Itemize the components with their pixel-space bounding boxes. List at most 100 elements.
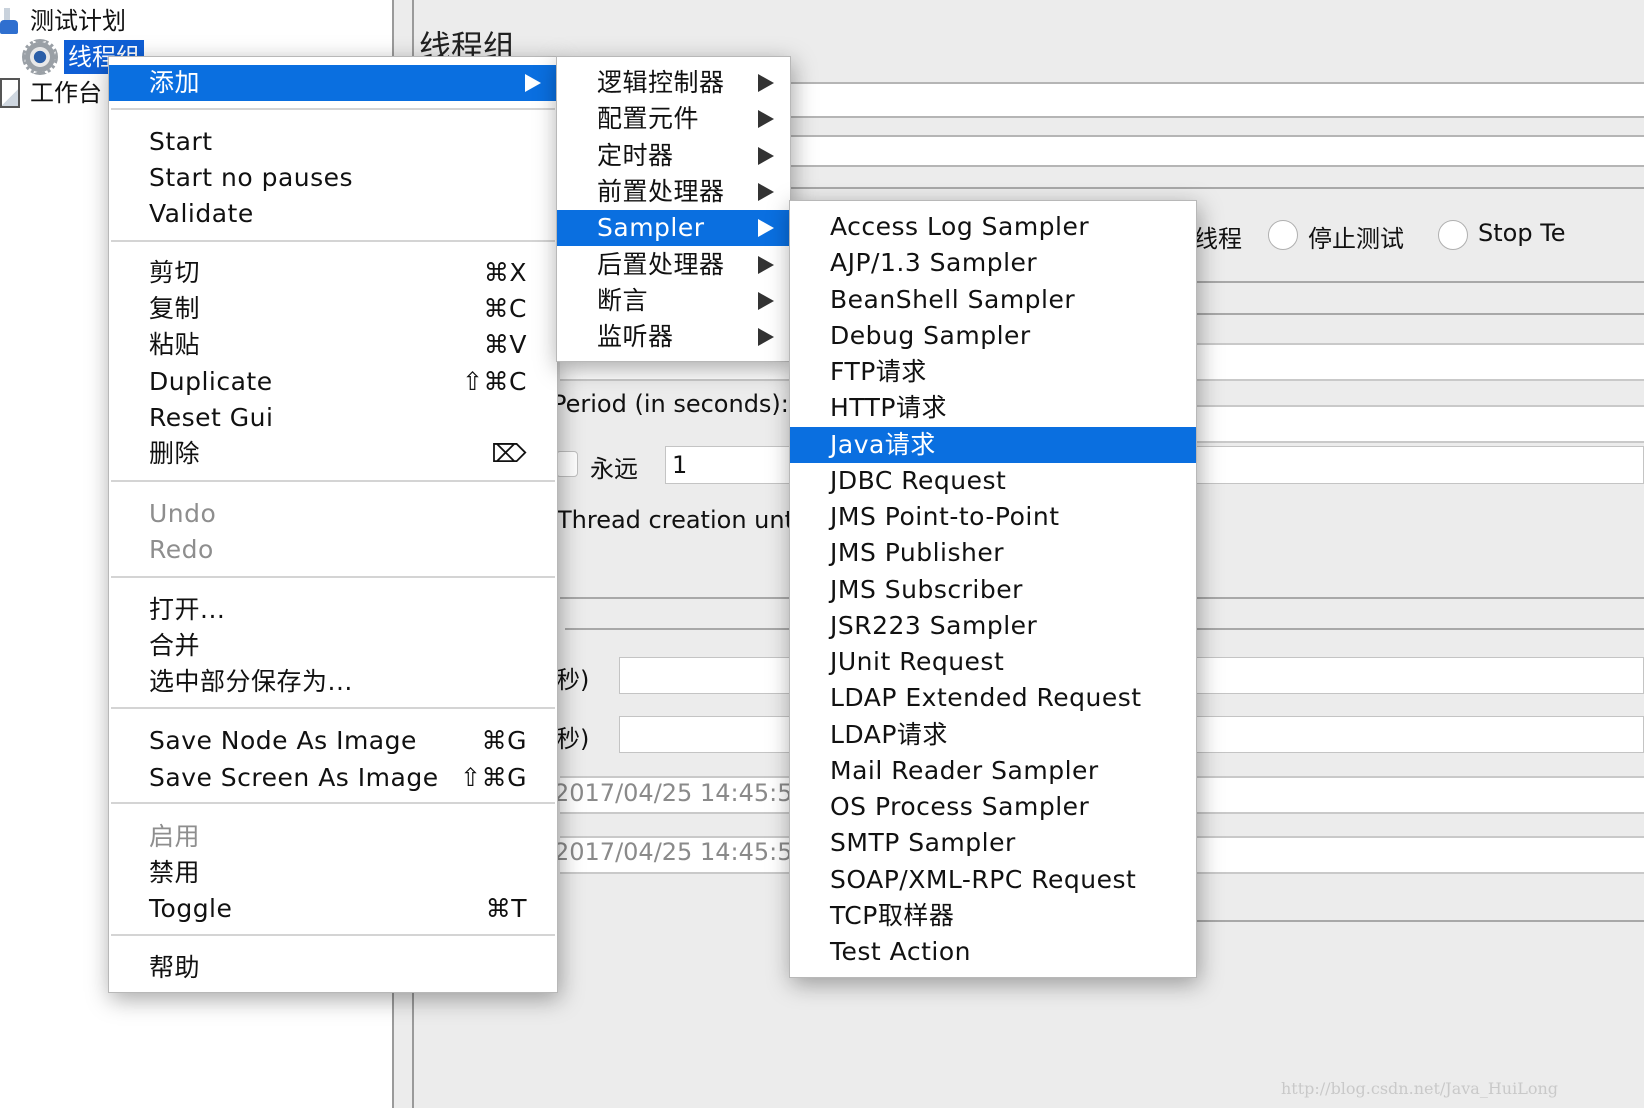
menu-item-label: Reset Gui bbox=[149, 403, 274, 432]
submenu-arrow-icon bbox=[525, 74, 541, 92]
sampler-menu-item[interactable]: SMTP Sampler bbox=[790, 825, 1196, 861]
sampler-menu-item[interactable]: JMS Subscriber bbox=[790, 572, 1196, 608]
add-submenu-item[interactable]: 后置处理器 bbox=[557, 247, 790, 283]
submenu-arrow-icon bbox=[758, 74, 774, 92]
sampler-menu-item[interactable]: Mail Reader Sampler bbox=[790, 753, 1196, 789]
sampler-menu-item[interactable]: Access Log Sampler bbox=[790, 209, 1196, 245]
shortcut-label: ⇧⌘C bbox=[462, 367, 527, 396]
sampler-menu-item[interactable]: Java请求 bbox=[790, 426, 1196, 463]
sampler-menu-item[interactable]: HTTP请求 bbox=[790, 390, 1196, 426]
menu-item-label: JUnit Request bbox=[830, 647, 1005, 676]
menu-separator bbox=[111, 707, 555, 709]
sampler-menu-item[interactable]: JUnit Request bbox=[790, 644, 1196, 680]
menu-item-cut[interactable]: 剪切 ⌘X bbox=[109, 255, 557, 291]
menu-item-label: OS Process Sampler bbox=[830, 792, 1090, 821]
menu-item-label: LDAP请求 bbox=[830, 719, 948, 749]
sampler-menu-item[interactable]: JMS Publisher bbox=[790, 535, 1196, 571]
menu-item-label: Sampler bbox=[597, 213, 705, 243]
sampler-menu-item[interactable]: JDBC Request bbox=[790, 463, 1196, 499]
menu-item-label: 前置处理器 bbox=[597, 176, 725, 206]
menu-item-reset-gui[interactable]: Reset Gui bbox=[109, 400, 557, 436]
stop-test-now-label: Stop Te bbox=[1478, 219, 1566, 247]
sampler-submenu: Access Log Sampler AJP/1.3 Sampler BeanShe… bbox=[789, 200, 1197, 978]
menu-item-validate[interactable]: Validate bbox=[109, 196, 557, 232]
menu-item-start-no-pauses[interactable]: Start no pauses bbox=[109, 160, 557, 196]
sampler-menu-item[interactable]: OS Process Sampler bbox=[790, 789, 1196, 825]
menu-item-disable[interactable]: 禁用 bbox=[109, 855, 557, 891]
menu-item-label: 剪切 bbox=[149, 258, 201, 287]
menu-item-toggle[interactable]: Toggle ⌘T bbox=[109, 891, 557, 927]
menu-item-delete[interactable]: 删除 ⌦ bbox=[109, 436, 557, 472]
menu-item-enable[interactable]: 启用 bbox=[109, 819, 557, 855]
sampler-menu-item[interactable]: Test Action bbox=[790, 934, 1196, 970]
add-submenu-item[interactable]: 监听器 bbox=[557, 319, 790, 355]
add-submenu-item[interactable]: 逻辑控制器 bbox=[557, 65, 790, 101]
sampler-menu-item[interactable]: JMS Point-to-Point bbox=[790, 499, 1196, 535]
workbench-icon bbox=[0, 78, 20, 108]
submenu-arrow-icon bbox=[758, 291, 774, 310]
end-time-value: 2017/04/25 14:45:5 bbox=[554, 838, 793, 866]
stop-test-radio[interactable] bbox=[1268, 220, 1298, 250]
sampler-menu-item[interactable]: BeanShell Sampler bbox=[790, 282, 1196, 318]
thread-group-gear-icon bbox=[22, 39, 58, 75]
menu-item-label: 定时器 bbox=[597, 140, 674, 170]
menu-item-save-node-as-image[interactable]: Save Node As Image ⌘G bbox=[109, 723, 557, 759]
menu-item-help[interactable]: 帮助 bbox=[109, 950, 557, 986]
context-menu: 添加 Start Start no pauses Validate 剪切 ⌘X 复… bbox=[108, 56, 558, 993]
menu-item-merge[interactable]: 合并 bbox=[109, 628, 557, 664]
menu-item-label: 逻辑控制器 bbox=[597, 68, 725, 97]
menu-item-label: Java请求 bbox=[830, 429, 936, 459]
add-submenu-item[interactable]: 前置处理器 bbox=[557, 174, 790, 210]
shortcut-label: ⇧⌘G bbox=[460, 763, 527, 792]
menu-item-undo[interactable]: Undo bbox=[109, 496, 557, 532]
menu-item-start[interactable]: Start bbox=[109, 124, 557, 160]
menu-item-copy[interactable]: 复制 ⌘C bbox=[109, 291, 557, 327]
menu-item-paste[interactable]: 粘贴 ⌘V bbox=[109, 327, 557, 363]
menu-item-label: LDAP Extended Request bbox=[830, 683, 1142, 713]
menu-item-redo[interactable]: Redo bbox=[109, 532, 557, 568]
shortcut-label: ⌘X bbox=[483, 258, 527, 287]
menu-item-open[interactable]: 打开... bbox=[109, 592, 557, 628]
menu-item-add[interactable]: 添加 bbox=[109, 65, 557, 101]
forever-checkbox[interactable] bbox=[556, 451, 578, 477]
start-time-value: 2017/04/25 14:45:5 bbox=[554, 779, 793, 807]
menu-item-label: JMS Publisher bbox=[830, 538, 1005, 568]
menu-item-save-selection-as[interactable]: 选中部分保存为... bbox=[109, 664, 557, 700]
sampler-menu-item[interactable]: AJP/1.3 Sampler bbox=[790, 245, 1196, 281]
menu-item-label: TCP取样器 bbox=[830, 900, 955, 930]
menu-item-label: HTTP请求 bbox=[830, 393, 947, 423]
tree-node-workbench[interactable]: 工作台 bbox=[0, 76, 106, 110]
add-submenu-item[interactable]: Sampler bbox=[557, 210, 790, 247]
menu-item-label: Validate bbox=[149, 199, 254, 228]
menu-item-label: SMTP Sampler bbox=[830, 828, 1016, 858]
stop-test-label: 停止测试 bbox=[1308, 225, 1404, 253]
sampler-menu-item[interactable]: LDAP请求 bbox=[790, 717, 1196, 753]
menu-item-label: Save Screen As Image bbox=[149, 763, 439, 792]
sampler-menu-item[interactable]: SOAP/XML-RPC Request bbox=[790, 862, 1196, 898]
menu-item-label: 打开... bbox=[149, 595, 226, 624]
menu-item-label: 帮助 bbox=[149, 953, 201, 982]
menu-item-save-screen-as-image[interactable]: Save Screen As Image ⇧⌘G bbox=[109, 760, 557, 796]
sampler-menu-item[interactable]: LDAP Extended Request bbox=[790, 680, 1196, 716]
sampler-menu-item[interactable]: TCP取样器 bbox=[790, 898, 1196, 934]
menu-item-duplicate[interactable]: Duplicate ⇧⌘C bbox=[109, 364, 557, 400]
stop-test-now-radio[interactable] bbox=[1438, 220, 1468, 250]
sampler-menu-item[interactable]: FTP请求 bbox=[790, 354, 1196, 390]
menu-item-label: BeanShell Sampler bbox=[830, 284, 1076, 314]
menu-item-label: SOAP/XML-RPC Request bbox=[830, 864, 1137, 894]
tree-node-test-plan[interactable]: 测试计划 bbox=[0, 4, 130, 38]
shortcut-label: ⌘C bbox=[483, 294, 527, 323]
menu-separator bbox=[111, 240, 555, 242]
menu-item-label: 监听器 bbox=[597, 322, 674, 352]
submenu-arrow-icon bbox=[758, 182, 774, 201]
submenu-arrow-icon bbox=[758, 110, 774, 129]
sampler-menu-item[interactable]: JSR223 Sampler bbox=[790, 608, 1196, 644]
add-submenu-item[interactable]: 断言 bbox=[557, 283, 790, 319]
add-submenu-item[interactable]: 配置元件 bbox=[557, 101, 790, 137]
add-submenu-item[interactable]: 定时器 bbox=[557, 138, 790, 174]
submenu-arrow-icon bbox=[758, 255, 774, 274]
sampler-menu-item[interactable]: Debug Sampler bbox=[790, 318, 1196, 354]
shortcut-label: ⌘V bbox=[483, 330, 527, 359]
menu-separator bbox=[111, 108, 555, 110]
menu-item-label: JMS Point-to-Point bbox=[830, 502, 1060, 531]
